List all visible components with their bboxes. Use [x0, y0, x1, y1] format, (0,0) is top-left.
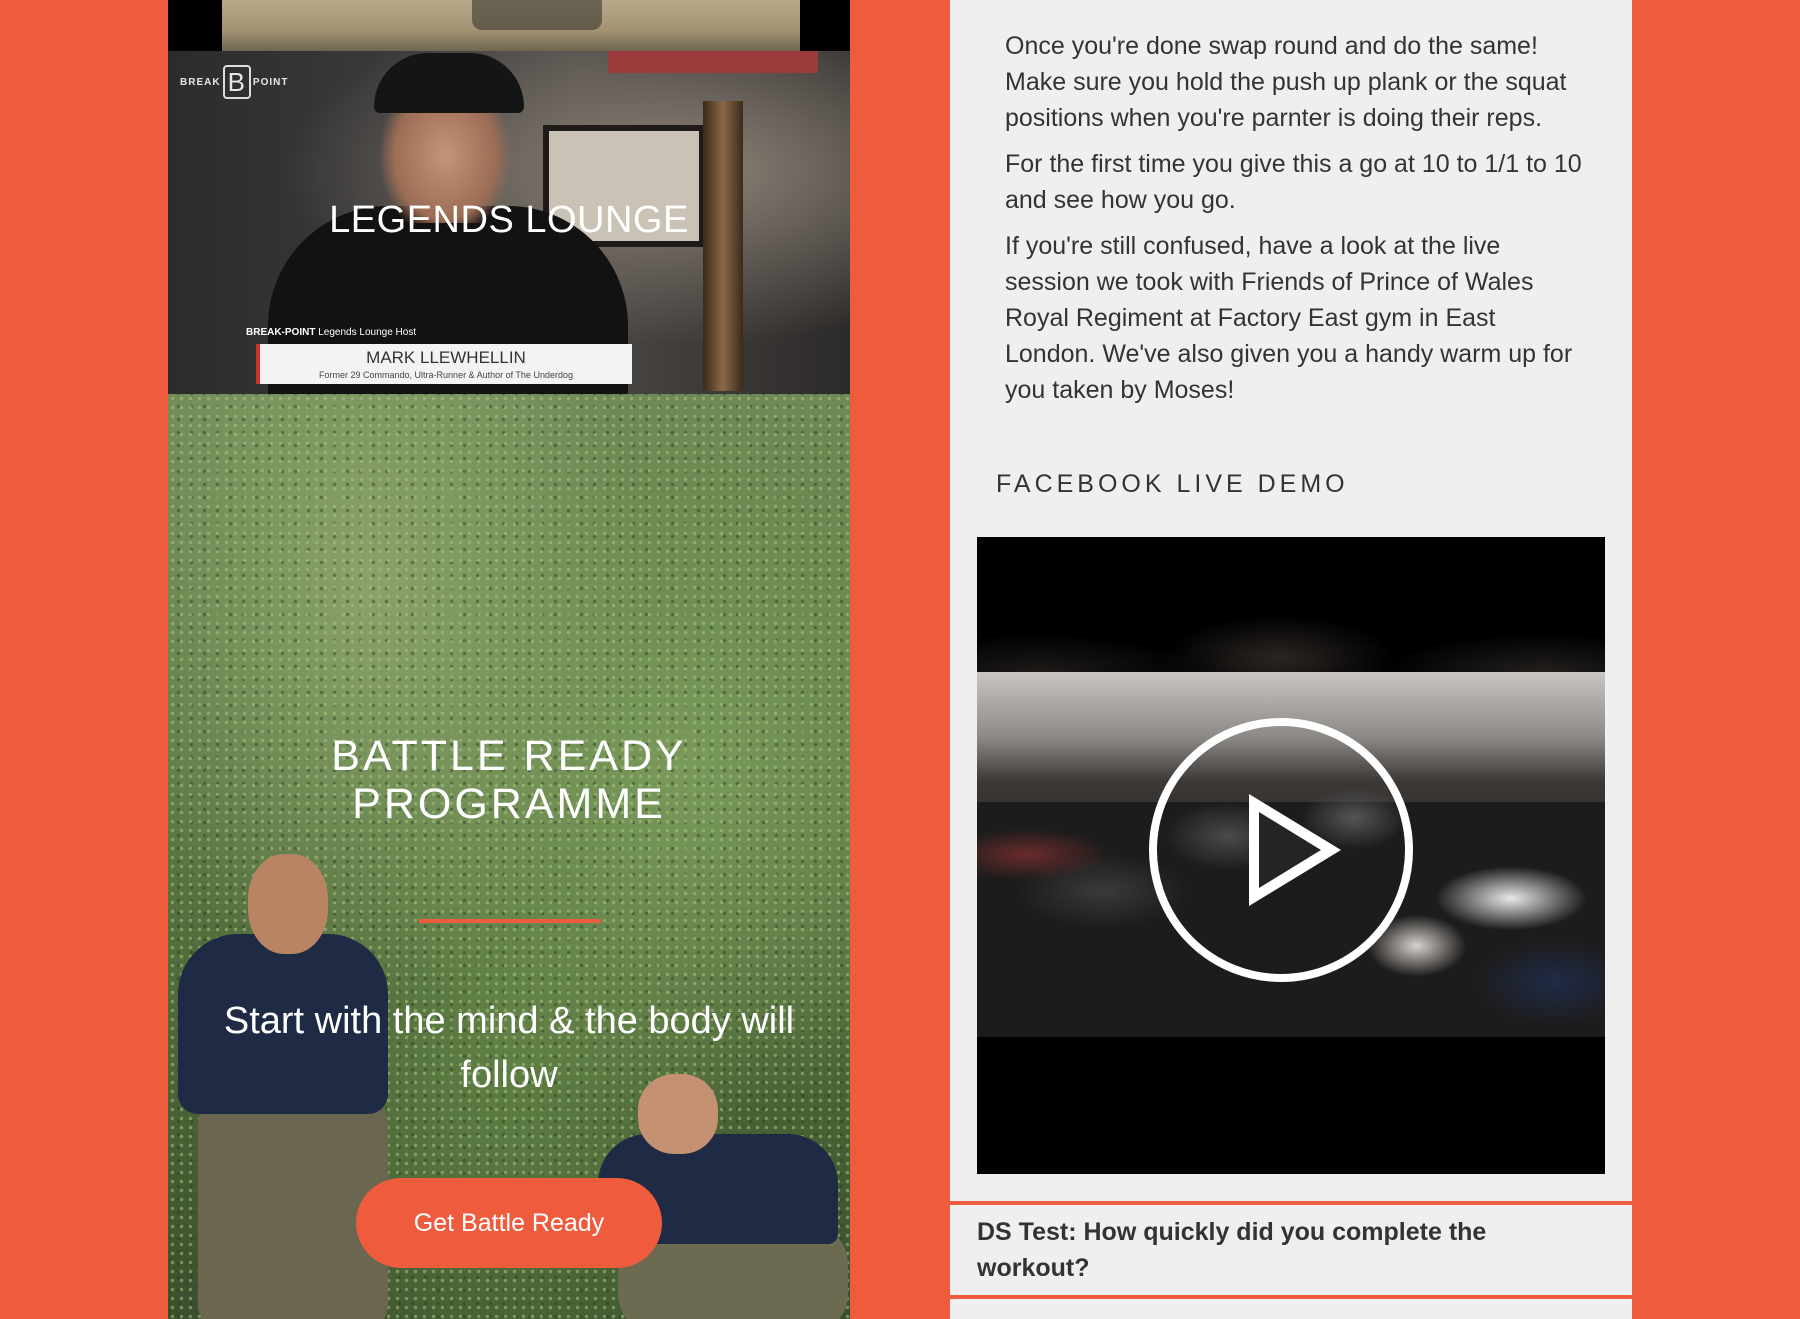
- facebook-live-video[interactable]: [977, 537, 1605, 1174]
- host-bio: Former 29 Commando, Ultra-Runner & Autho…: [319, 370, 573, 380]
- legends-lounge-title: LEGENDS LOUNGE: [329, 199, 689, 241]
- vehicle-image: [168, 0, 850, 51]
- battle-ready-heading: BATTLE READY PROGRAMME: [331, 732, 687, 828]
- question-divider-bottom: [950, 1295, 1632, 1299]
- get-battle-ready-button[interactable]: Get Battle Ready: [356, 1178, 662, 1268]
- battle-ready-hero: BATTLE READY PROGRAMME Start with the mi…: [168, 394, 850, 1319]
- instruction-paragraph: If you're still confused, have a look at…: [1005, 232, 1573, 404]
- break-point-logo: BREAK B POINT: [180, 65, 289, 99]
- host-nameplate: MARK LLEWHELLIN Former 29 Commando, Ultr…: [256, 344, 632, 384]
- instruction-paragraph: For the first time you give this a go at…: [1005, 150, 1582, 214]
- left-column: BREAK B POINT LEGENDS LOUNGE BREAK-POINT L…: [168, 0, 850, 1319]
- instruction-paragraph: Once you're done swap round and do the s…: [1005, 32, 1567, 132]
- lower-third-label: BREAK-POINT Legends Lounge Host: [246, 327, 417, 338]
- play-icon[interactable]: [1149, 718, 1413, 982]
- ds-test-question[interactable]: DS Test: How quickly did you complete th…: [977, 1214, 1597, 1286]
- host-name: MARK LLEWHELLIN: [366, 348, 526, 367]
- facebook-live-demo-title: FACEBOOK LIVE DEMO: [996, 470, 1349, 498]
- instructions-text: Once you're done swap round and do the s…: [950, 28, 1632, 408]
- right-column: Once you're done swap round and do the s…: [950, 0, 1632, 1319]
- legends-lounge-banner[interactable]: BREAK B POINT LEGENDS LOUNGE BREAK-POINT L…: [168, 51, 850, 394]
- heading-divider: [419, 919, 601, 923]
- question-divider-top: [950, 1201, 1632, 1205]
- battle-ready-tagline: Start with the mind & the body will foll…: [223, 1000, 795, 1096]
